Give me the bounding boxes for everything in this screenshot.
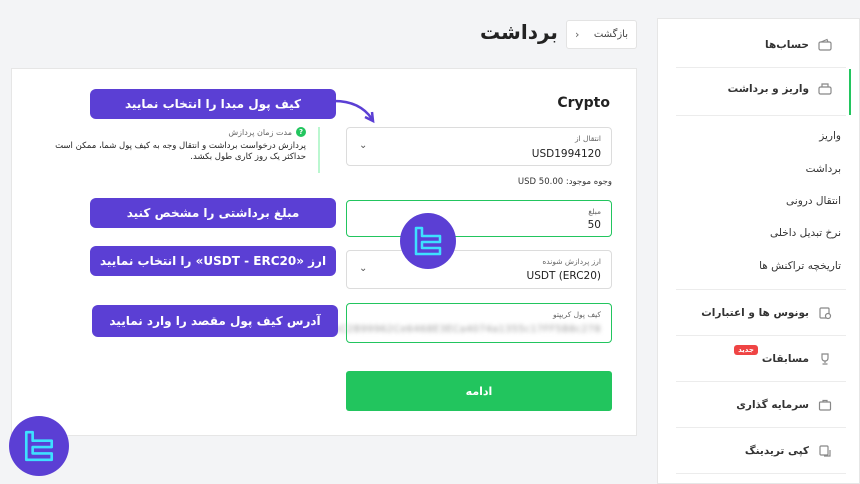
sidebar-subitem-withdraw[interactable]: برداشت <box>806 163 841 175</box>
divider <box>676 289 846 290</box>
deposit-icon <box>817 81 833 97</box>
divider <box>676 335 846 336</box>
callout-arrow <box>333 99 375 124</box>
back-label: بازگشت <box>593 29 628 40</box>
sidebar-item-contests[interactable]: مسابقات جدید <box>658 345 860 371</box>
chevron-left-icon: ‹ <box>575 28 580 41</box>
wallet-icon <box>817 37 833 53</box>
info-bar <box>318 127 320 173</box>
trophy-icon <box>817 351 833 367</box>
from-account-select[interactable]: انتقال از USD1994120 ⌄ <box>346 127 612 166</box>
bonus-icon <box>817 305 833 321</box>
processing-info: ? مدت زمان پردازش پردازش درخواست برداشت … <box>30 127 320 173</box>
sidebar-item-copy-trading[interactable]: کپی تریدینگ <box>658 439 860 463</box>
callout-source-wallet: کیف پول مبدا را انتخاب نمایید <box>90 89 336 119</box>
sidebar-item-label: حساب‌ها <box>765 39 809 51</box>
field-value: 0xC2B99962Ce6468E3ECa4074a1355c17FF5B8c2… <box>327 324 601 335</box>
info-heading: ? مدت زمان پردازش <box>228 127 306 137</box>
method-title: Crypto <box>557 95 610 111</box>
field-value: USDT (ERC20) <box>526 270 601 282</box>
field-value: 50 <box>587 219 601 231</box>
callout-amount: مبلغ برداشتی را مشخص کنید <box>90 198 336 228</box>
divider <box>676 473 846 474</box>
sidebar-item-bonus[interactable]: بونوس ها و اعتبارات <box>658 301 860 325</box>
sidebar-subitem-deposit[interactable]: واریز <box>819 130 841 142</box>
sidebar: حساب‌ها واریز و برداشت واریز برداشت انتق… <box>657 18 860 484</box>
page-title: برداشت <box>480 20 558 44</box>
sidebar-item-deposit-withdraw[interactable]: واریز و برداشت <box>658 77 860 101</box>
field-label: انتقال از <box>574 134 601 143</box>
field-label: ارز پردازش شونده <box>542 257 601 266</box>
currency-select[interactable]: ارز پردازش شونده USDT (ERC20) ⌄ <box>346 250 612 289</box>
divider <box>676 427 846 428</box>
amount-input[interactable]: مبلغ 50 <box>346 200 612 237</box>
info-heading-text: مدت زمان پردازش <box>228 127 292 137</box>
info-text: پردازش درخواست برداشت و انتقال وجه به کی… <box>55 141 306 163</box>
question-icon: ? <box>296 127 306 137</box>
divider <box>676 115 846 116</box>
divider <box>676 381 846 382</box>
sidebar-item-label: سرمایه گذاری <box>736 399 809 411</box>
available-balance: وجوه موجود: 50.00 USD <box>517 177 612 187</box>
continue-button[interactable]: ادامه <box>346 371 612 411</box>
sidebar-item-label: کپی تریدینگ <box>744 445 809 457</box>
back-button[interactable]: بازگشت ‹ <box>566 20 637 49</box>
field-value: USD1994120 <box>531 148 601 160</box>
copy-trading-icon <box>817 443 833 459</box>
field-label: مبلغ <box>588 207 601 216</box>
chevron-down-icon: ⌄ <box>359 140 368 151</box>
briefcase-icon <box>817 397 833 413</box>
divider <box>676 67 846 68</box>
new-badge: جدید <box>734 345 758 355</box>
sidebar-item-investment[interactable]: سرمایه گذاری <box>658 393 860 417</box>
field-label: کیف پول کریپتو <box>553 310 601 319</box>
contests-label: مسابقات <box>761 353 809 365</box>
wallet-address-input[interactable]: کیف پول کریپتو 0xC2B99962Ce6468E3ECa4074… <box>327 303 612 343</box>
logo-icon <box>400 213 456 269</box>
logo-icon <box>9 416 69 476</box>
sidebar-item-label: واریز و برداشت <box>727 83 809 95</box>
callout-currency: ارز «USDT - ERC20» را انتخاب نمایید <box>90 246 336 276</box>
sidebar-subitem-transaction-history[interactable]: تاریخچه تراکنش ها <box>759 260 841 272</box>
sidebar-subitem-exchange-rate[interactable]: نرخ تبدیل داخلی <box>770 227 841 239</box>
active-indicator <box>849 69 851 115</box>
chevron-down-icon: ⌄ <box>359 263 368 274</box>
sidebar-item-label: مسابقات جدید <box>734 345 809 365</box>
callout-destination: آدرس کیف پول مقصد را وارد نمایید <box>92 305 338 337</box>
sidebar-item-accounts[interactable]: حساب‌ها <box>658 33 860 57</box>
sidebar-item-label: بونوس ها و اعتبارات <box>701 307 809 319</box>
sidebar-subitem-internal-transfer[interactable]: انتقال درونی <box>786 195 841 207</box>
